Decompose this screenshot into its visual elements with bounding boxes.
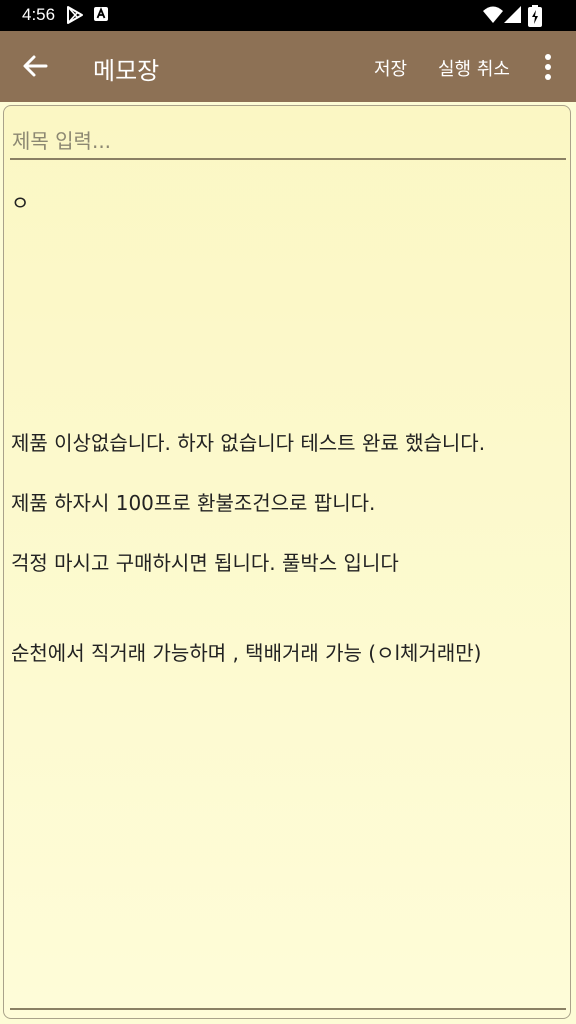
- wifi-icon: [483, 6, 503, 23]
- status-time: 4:56: [22, 5, 56, 24]
- status-bar: 4:56: [0, 0, 576, 31]
- battery-icon: [528, 5, 542, 27]
- undo-button[interactable]: 실행 취소: [438, 55, 510, 81]
- a-notification-icon: [94, 7, 108, 21]
- save-button[interactable]: 저장: [374, 55, 407, 81]
- page-title: 메모장: [93, 57, 160, 85]
- body-underline: [10, 1008, 566, 1010]
- more-vert-icon[interactable]: [532, 51, 564, 83]
- title-input[interactable]: [10, 124, 566, 160]
- cell-signal-icon: [504, 6, 521, 23]
- app-bar: 메모장 저장 실행 취소: [0, 31, 576, 102]
- memo-editor: ㅇ 제품 이상없습니다. 하자 없습니다 테스트 완료 했습니다. 제품 하자시…: [3, 105, 571, 1019]
- play-store-icon: [67, 6, 83, 24]
- arrow-left-icon[interactable]: [14, 43, 58, 89]
- memo-body-text[interactable]: ㅇ 제품 이상없습니다. 하자 없습니다 테스트 완료 했습니다. 제품 하자시…: [11, 188, 567, 984]
